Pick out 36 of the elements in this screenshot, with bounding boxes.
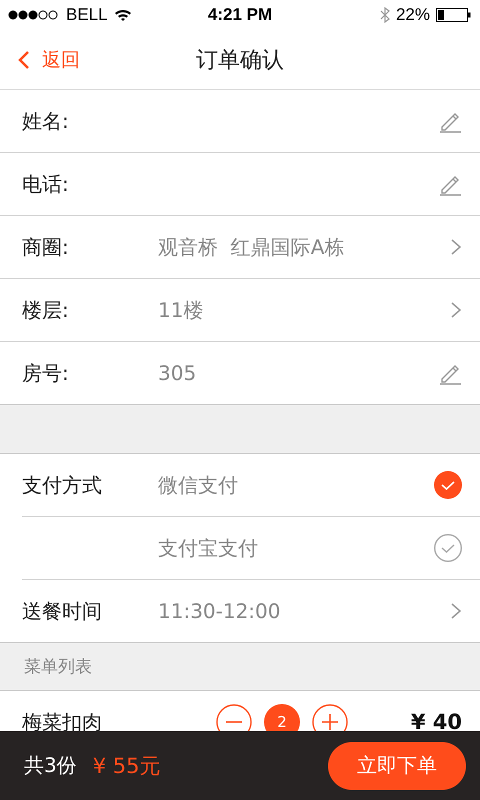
quantity-badge: 2 [264,704,300,731]
check-circle-icon[interactable] [434,534,462,562]
section-title: 菜单列表 [24,656,92,678]
battery-icon [436,8,472,22]
check-circle-icon[interactable] [434,471,462,499]
chevron-right-icon[interactable] [450,300,462,320]
field-label: 送餐时间 [22,598,103,624]
chevron-right-icon[interactable] [450,601,462,621]
payment-option: 微信支付 [158,472,434,498]
field-label: 支付方式 [22,472,103,498]
page-title: 订单确认 [196,46,284,74]
chevron-right-icon[interactable] [450,237,462,257]
plus-icon[interactable] [312,704,348,731]
field-label: 姓名: [22,108,70,134]
back-button[interactable]: 返回 [0,46,80,72]
field-value: 11:30-12:00 [158,599,282,623]
payment-option: 支付宝支付 [158,534,434,562]
total-price: ¥ 55元 [92,752,162,780]
field-label: 房号: [22,360,70,386]
battery-percent: 22% [396,5,430,25]
item-count: 共3份 [24,752,77,779]
wifi-icon [114,8,132,22]
order-button[interactable]: 立即下单 [328,742,466,790]
dish-price: ¥ 40 [410,710,462,731]
field-label: 楼层: [22,296,70,324]
carrier-name: BELL [66,5,108,25]
field-value: 305 [158,361,198,385]
field-label: 电话: [22,170,70,198]
minus-icon[interactable] [216,704,252,731]
signal-icon [8,10,60,20]
dish-name: 梅菜扣肉 [22,708,103,731]
field-value: 11楼 [158,296,204,324]
bluetooth-icon [380,7,390,23]
field-label: 商圈: [22,234,70,260]
clock-time: 4:21 PM [208,5,272,25]
field-value: 观音桥 红鼎国际A栋 [158,234,346,260]
